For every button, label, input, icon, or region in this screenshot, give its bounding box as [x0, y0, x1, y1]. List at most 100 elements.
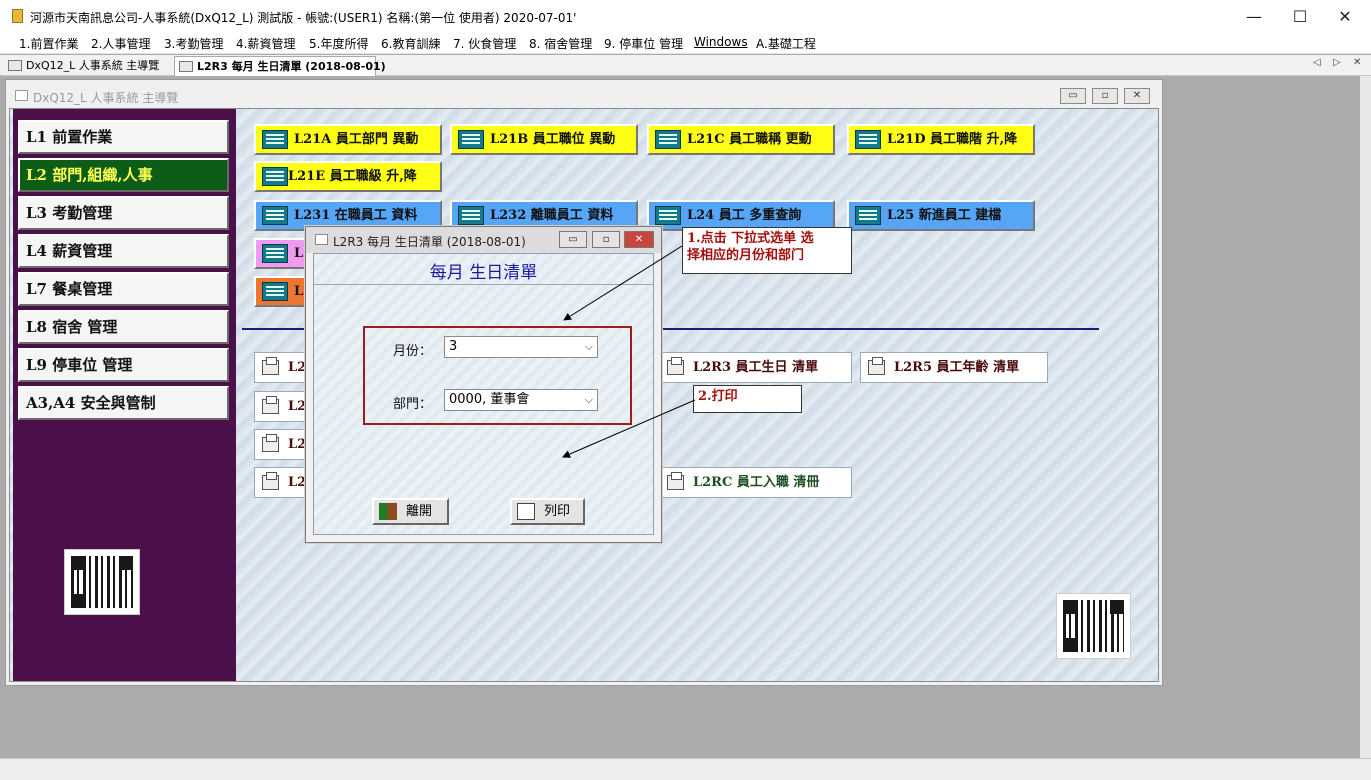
tab-bar: DxQ12_L 人事系統 主導覽 L2R3 每月 生日清單 (2018-08-0… — [0, 55, 1371, 76]
report-label: L2 — [288, 399, 307, 414]
menu-item-hr[interactable]: 2.人事管理 — [91, 35, 150, 52]
menu-item-training[interactable]: 6.教育訓練 — [381, 35, 440, 52]
menu-item-annual-income[interactable]: 5.年度所得 — [309, 35, 368, 52]
annotation-text: 择相应的月份和部门 — [687, 248, 805, 263]
menu-item-parking[interactable]: 9. 停車位 管理 — [604, 35, 683, 52]
filter-group: 月份： 3 ⌵ 部門： 0000, 董事會 ⌵ — [363, 326, 632, 425]
nav-l2-hr[interactable]: L2 部門,組織,人事 — [18, 158, 229, 192]
printer-icon — [667, 357, 684, 375]
list-icon — [655, 130, 681, 149]
module-l21b[interactable]: L21B 員工職位 異動 — [450, 124, 638, 155]
printer-icon — [868, 357, 885, 375]
report-label: L2R3 員工生日 清單 — [693, 360, 819, 375]
nav-l8-dorm[interactable]: L8 宿舍 管理 — [18, 310, 229, 344]
minimize-button[interactable]: — — [1231, 0, 1277, 32]
dialog-minimize-button[interactable]: ▭ — [559, 231, 587, 248]
printer-icon — [262, 472, 279, 490]
module-label: L21C 員工職稱 更動 — [687, 132, 812, 147]
menu-item-setup[interactable]: 1.前置作業 — [19, 35, 78, 52]
qr-code-icon — [1056, 593, 1131, 659]
maximize-button[interactable]: ☐ — [1277, 0, 1323, 32]
nav-a3a4-security[interactable]: A3,A4 安全與管制 — [18, 386, 229, 420]
close-button[interactable]: ✕ — [1322, 0, 1368, 32]
menu-item-attendance[interactable]: 3.考勤管理 — [164, 35, 223, 52]
module-l21c[interactable]: L21C 員工職稱 更動 — [647, 124, 835, 155]
tab-prev-icon[interactable]: ◁ — [1313, 57, 1321, 68]
module-label: L231 在職員工 資料 — [294, 208, 418, 223]
nav-l4-salary[interactable]: L4 薪資管理 — [18, 234, 229, 268]
list-icon — [458, 206, 484, 225]
dialog-close-button[interactable]: ✕ — [624, 231, 654, 248]
exit-label: 離開 — [406, 504, 433, 519]
list-icon — [262, 130, 288, 149]
tab-main-nav[interactable]: DxQ12_L 人事系統 主導覽 — [4, 56, 172, 76]
module-label: L21A 員工部門 異動 — [294, 132, 419, 147]
print-label: 列印 — [544, 504, 571, 519]
module-label: L21E 員工職級 升,降 — [288, 169, 417, 184]
module-l21d[interactable]: L21D 員工職階 升,降 — [847, 124, 1035, 155]
module-l21a[interactable]: L21A 員工部門 異動 — [254, 124, 442, 155]
tab-close-icon[interactable]: ✕ — [1353, 57, 1361, 68]
report-l2rc[interactable]: L2RC 員工入職 清冊 — [659, 467, 852, 498]
tab-next-icon[interactable]: ▷ — [1333, 57, 1341, 68]
printer-icon — [517, 503, 535, 520]
list-icon — [262, 244, 288, 263]
mdi-close-button[interactable]: ✕ — [1124, 88, 1150, 104]
tab-birthday-list[interactable]: L2R3 每月 生日清單 (2018-08-01) — [174, 56, 386, 76]
status-bar — [0, 758, 1371, 780]
module-label: L21D 員工職階 升,降 — [887, 132, 1018, 147]
tab-label: DxQ12_L 人事系統 主導覽 — [26, 59, 160, 72]
print-button[interactable]: 列印 — [510, 498, 585, 525]
menu-item-salary[interactable]: 4.薪資管理 — [236, 35, 295, 52]
menu-item-windows[interactable]: Windows — [694, 35, 748, 49]
form-icon — [315, 234, 328, 245]
dialog-title-bar: L2R3 每月 生日清單 (2018-08-01) ▭ ▫ ✕ — [306, 227, 661, 253]
annotation-text: 2.打印 — [698, 389, 738, 404]
scrollbar[interactable] — [1360, 76, 1371, 758]
list-icon — [655, 206, 681, 225]
report-label: L2 — [288, 475, 307, 490]
list-icon — [855, 206, 881, 225]
month-dropdown[interactable]: 3 ⌵ — [444, 336, 598, 358]
menu-item-base[interactable]: A.基礎工程 — [756, 35, 816, 52]
exit-door-icon — [379, 503, 397, 520]
dialog-heading: 每月 生日清單 — [429, 263, 538, 283]
main-nav-title: DxQ12_L 人事系統 主導覽 — [33, 91, 179, 105]
nav-l1-setup[interactable]: L1 前置作業 — [18, 120, 229, 154]
annotation-step-1: 1.点击 下拉式选单 选 择相应的月份和部门 — [682, 227, 852, 274]
report-label: L2R5 員工年齡 清單 — [894, 360, 1020, 375]
nav-l3-attendance[interactable]: L3 考勤管理 — [18, 196, 229, 230]
menu-item-meals[interactable]: 7. 伙食管理 — [453, 35, 516, 52]
nav-l9-parking[interactable]: L9 停車位 管理 — [18, 348, 229, 382]
mdi-minimize-button[interactable]: ▭ — [1060, 88, 1086, 104]
dialog-restore-button[interactable]: ▫ — [592, 231, 620, 248]
module-label: L21B 員工職位 異動 — [490, 132, 616, 147]
list-icon — [458, 130, 484, 149]
dept-value: 0000, 董事會 — [449, 392, 530, 407]
birthday-list-dialog: L2R3 每月 生日清單 (2018-08-01) ▭ ▫ ✕ 每月 生日清單 … — [305, 226, 662, 543]
module-l25[interactable]: L25 新進員工 建檔 — [847, 200, 1035, 231]
menu-item-dormitory[interactable]: 8. 宿舍管理 — [529, 35, 592, 52]
report-l2r5[interactable]: L2R5 員工年齡 清單 — [860, 352, 1048, 383]
annotation-step-2: 2.打印 — [693, 385, 802, 413]
nav-l7-dining[interactable]: L7 餐桌管理 — [18, 272, 229, 306]
report-label: L2 — [288, 437, 307, 452]
form-icon — [8, 60, 22, 71]
report-label: L2 — [288, 360, 307, 375]
exit-button[interactable]: 離開 — [372, 498, 449, 525]
window-title: 河源市天南訊息公司-人事系統(DxQ12_L) 測試版 - 帳號:(USER1)… — [30, 11, 577, 25]
report-l2r3[interactable]: L2R3 員工生日 清單 — [659, 352, 852, 383]
module-l21e[interactable]: L21E 員工職級 升,降 — [254, 161, 442, 192]
qr-code-icon — [64, 549, 140, 615]
month-label: 月份： — [393, 344, 433, 359]
chevron-down-icon: ⌵ — [584, 340, 593, 353]
mdi-restore-button[interactable]: ▫ — [1092, 88, 1118, 104]
annotation-text: 1.点击 下拉式选单 选 — [687, 231, 814, 246]
printer-icon — [262, 357, 279, 375]
month-value: 3 — [449, 339, 458, 354]
list-icon — [262, 206, 288, 225]
list-icon — [262, 282, 288, 301]
dept-dropdown[interactable]: 0000, 董事會 ⌵ — [444, 389, 598, 411]
module-label: L24 員工 多重查詢 — [687, 208, 802, 223]
title-bar: 河源市天南訊息公司-人事系統(DxQ12_L) 測試版 - 帳號:(USER1)… — [0, 0, 1371, 32]
